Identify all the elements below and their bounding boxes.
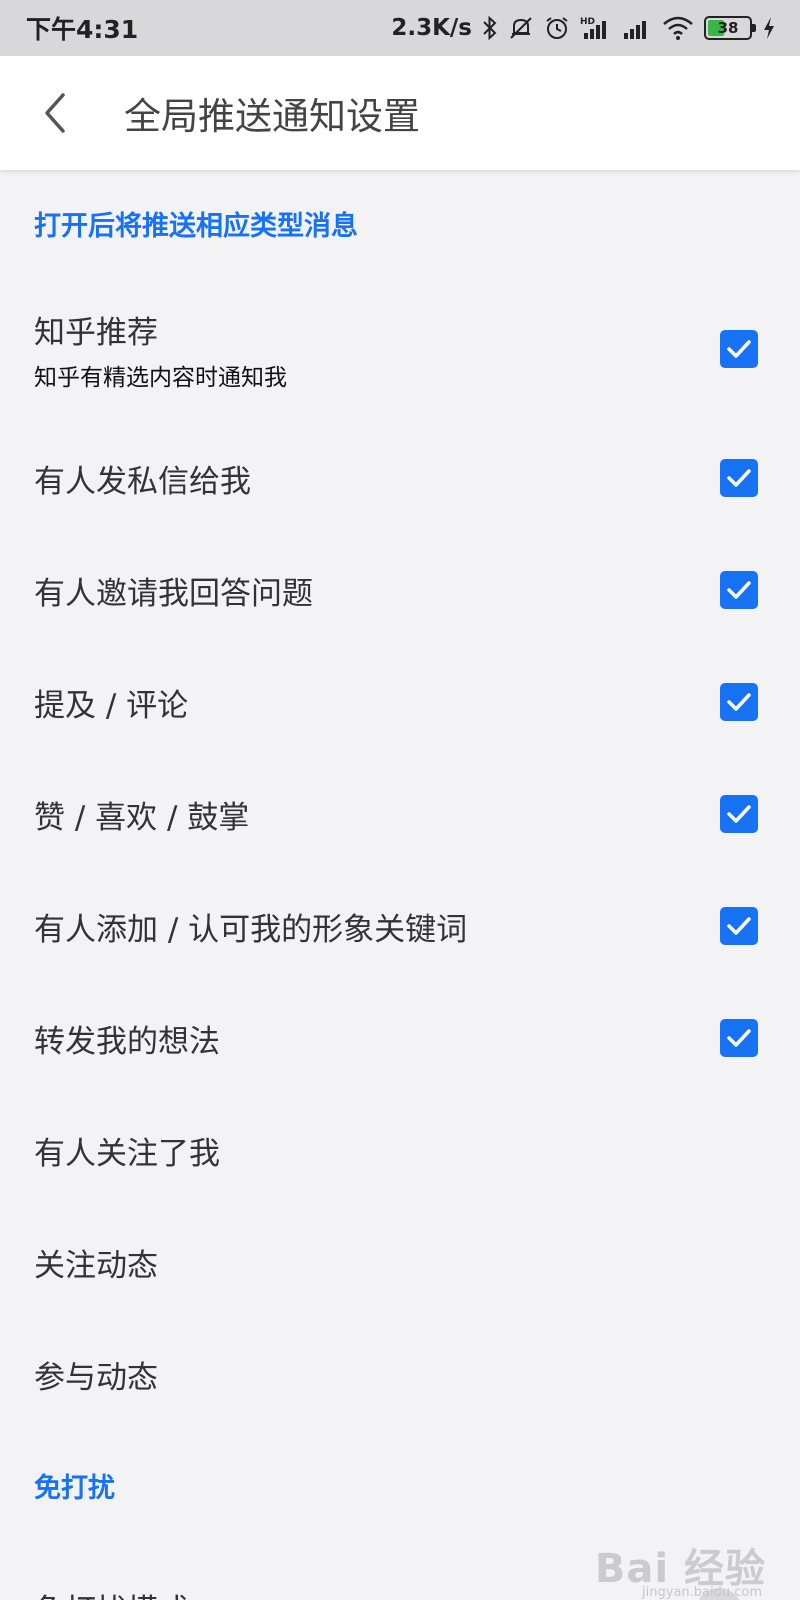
setting-item-repost-thought[interactable]: 转发我的想法: [0, 982, 800, 1094]
status-icons: 2.3K/s HD 38: [391, 14, 776, 42]
setting-item-image-keyword[interactable]: 有人添加 / 认可我的形象关键词: [0, 870, 800, 982]
hd-signal-icon: HD: [580, 14, 612, 42]
battery-level: 38: [717, 19, 739, 37]
app-bar: 全局推送通知设置: [0, 56, 800, 170]
setting-item-title: 提及 / 评论: [34, 687, 189, 724]
setting-item-like-applaud[interactable]: 赞 / 喜欢 / 鼓掌: [0, 758, 800, 870]
checkbox-zhihu-recommend[interactable]: [720, 330, 758, 368]
setting-item-private-message[interactable]: 有人发私信给我: [0, 422, 800, 534]
setting-item-title: 知乎推荐: [34, 314, 158, 351]
chevron-left-icon: [45, 93, 65, 133]
checkbox-private-message[interactable]: [720, 459, 758, 497]
setting-item-title: 有人邀请我回答问题: [34, 575, 313, 612]
setting-item-title: 转发我的想法: [34, 1023, 220, 1060]
wifi-icon: [662, 14, 694, 42]
setting-item-participation-activity[interactable]: 参与动态: [0, 1318, 800, 1430]
check-icon: [727, 340, 751, 358]
network-speed: 2.3K/s: [391, 15, 472, 41]
watermark-url: jingyan.baidu.com: [642, 1585, 762, 1600]
check-icon: [727, 917, 751, 935]
check-icon: [727, 693, 751, 711]
page-title: 全局推送通知设置: [124, 95, 420, 138]
setting-item-desc: 知乎有精选内容时通知我: [34, 364, 287, 391]
setting-item-followed-me[interactable]: 有人关注了我: [0, 1094, 800, 1206]
signal-icon: [622, 14, 652, 42]
back-button[interactable]: [0, 56, 110, 170]
checkbox-mention-comment[interactable]: [720, 683, 758, 721]
mute-icon: [508, 14, 534, 42]
setting-item-zhihu-recommend[interactable]: 知乎推荐 知乎有精选内容时通知我: [0, 276, 800, 422]
setting-item-title: 参与动态: [34, 1359, 158, 1396]
setting-item-title: 关注动态: [34, 1247, 158, 1284]
setting-item-title: 赞 / 喜欢 / 鼓掌: [34, 799, 250, 836]
status-bar: 下午4:31 2.3K/s HD 38: [0, 0, 800, 56]
setting-item-invite-answer[interactable]: 有人邀请我回答问题: [0, 534, 800, 646]
charging-icon: [762, 14, 776, 42]
checkbox-image-keyword[interactable]: [720, 907, 758, 945]
status-time: 下午4:31: [26, 15, 139, 44]
svg-text:HD: HD: [580, 17, 595, 27]
setting-item-title: 有人发私信给我: [34, 463, 251, 500]
battery-icon: 38: [704, 16, 756, 40]
setting-item-following-activity[interactable]: 关注动态: [0, 1206, 800, 1318]
check-icon: [727, 805, 751, 823]
checkbox-invite-answer[interactable]: [720, 571, 758, 609]
setting-item-mention-comment[interactable]: 提及 / 评论: [0, 646, 800, 758]
section-header-dnd: 免打扰: [34, 1472, 115, 1504]
setting-item-title: 免打扰模式: [34, 1585, 189, 1600]
alarm-icon: [544, 14, 570, 42]
setting-item-title: 有人添加 / 认可我的形象关键词: [34, 911, 468, 948]
check-icon: [727, 1029, 751, 1047]
bluetooth-icon: [482, 14, 498, 42]
check-icon: [727, 469, 751, 487]
check-icon: [727, 581, 751, 599]
setting-item-title: 有人关注了我: [34, 1135, 220, 1172]
checkbox-repost-thought[interactable]: [720, 1019, 758, 1057]
checkbox-like-applaud[interactable]: [720, 795, 758, 833]
section-header-push-types: 打开后将推送相应类型消息: [34, 210, 358, 242]
settings-list: 打开后将推送相应类型消息 知乎推荐 知乎有精选内容时通知我 有人发私信给我 有人…: [0, 170, 800, 1600]
